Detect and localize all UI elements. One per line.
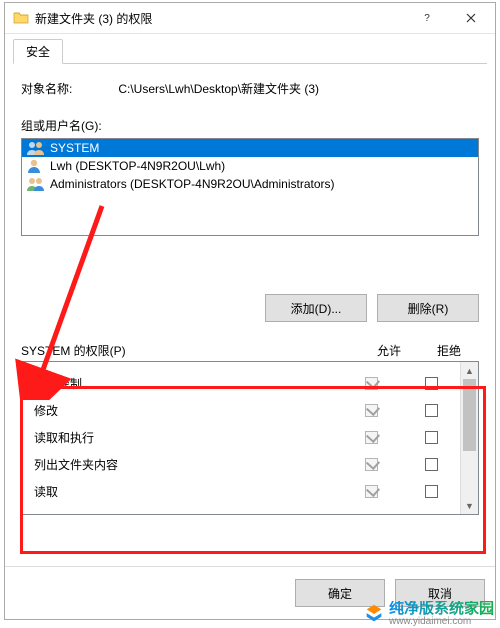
watermark-logo-icon [363,603,385,625]
tab-strip: 安全 [13,40,487,64]
client-area: 安全 对象名称: C:\Users\Lwh\Desktop\新建文件夹 (3) … [5,34,495,515]
groups-list[interactable]: SYSTEM Lwh (DESKTOP-4N9R2OU\Lwh) Adminis… [21,138,479,236]
permission-name: 修改 [34,402,341,419]
groups-label: 组或用户名(G): [21,117,479,134]
permissions-list: 完全控制 修改 读取和执行 列出文件夹内 [21,361,479,515]
permission-name: 完全控制 [34,375,341,392]
allow-checkbox[interactable] [365,404,378,417]
permission-name: 读取和执行 [34,429,341,446]
close-button[interactable] [449,3,493,33]
watermark: 纯净版系统家园 www.yidaimei.com [363,601,494,627]
remove-button[interactable]: 删除(R) [377,294,479,322]
list-item-label: SYSTEM [50,141,99,155]
permission-row: 完全控制 [22,370,461,397]
object-name-row: 对象名称: C:\Users\Lwh\Desktop\新建文件夹 (3) [21,80,479,97]
watermark-brand: 纯净版系统家园 [389,601,494,617]
users-icon [26,176,46,192]
allow-checkbox[interactable] [365,458,378,471]
object-name-label: 对象名称: [21,80,72,97]
folder-icon [13,10,29,26]
deny-checkbox[interactable] [425,431,438,444]
list-item[interactable]: SYSTEM [22,139,478,157]
deny-checkbox[interactable] [425,377,438,390]
permission-name: 列出文件夹内容 [34,456,341,473]
window-title: 新建文件夹 (3) 的权限 [35,10,405,27]
help-button[interactable]: ? [405,3,449,33]
titlebar: 新建文件夹 (3) 的权限 ? [5,3,495,34]
groups-buttons: 添加(D)... 删除(R) [21,294,479,322]
object-name-value: C:\Users\Lwh\Desktop\新建文件夹 (3) [118,80,319,97]
add-button[interactable]: 添加(D)... [265,294,367,322]
security-panel: 对象名称: C:\Users\Lwh\Desktop\新建文件夹 (3) 组或用… [13,64,487,515]
tab-security[interactable]: 安全 [13,39,63,64]
permission-row: 读取 [22,478,461,505]
list-item[interactable]: Lwh (DESKTOP-4N9R2OU\Lwh) [22,157,478,175]
allow-header: 允许 [359,342,419,359]
user-icon [26,158,46,174]
watermark-url: www.yidaimei.com [389,617,494,628]
deny-checkbox[interactable] [425,404,438,417]
deny-checkbox[interactable] [425,485,438,498]
permission-row: 修改 [22,397,461,424]
users-icon [26,140,46,156]
permission-row: 读取和执行 [22,424,461,451]
list-item-label: Lwh (DESKTOP-4N9R2OU\Lwh) [50,159,225,173]
permissions-title: SYSTEM 的权限(P) [21,342,359,359]
scrollbar[interactable]: ▲ ▼ [460,362,478,514]
list-item[interactable]: Administrators (DESKTOP-4N9R2OU\Administ… [22,175,478,193]
scroll-down-icon[interactable]: ▼ [461,497,478,514]
deny-header: 拒绝 [419,342,479,359]
svg-text:?: ? [424,13,430,23]
permissions-dialog: 新建文件夹 (3) 的权限 ? 安全 对象名称: C:\Users\Lwh\De… [4,2,496,620]
deny-checkbox[interactable] [425,458,438,471]
list-item-label: Administrators (DESKTOP-4N9R2OU\Administ… [50,177,335,191]
scroll-thumb[interactable] [463,379,476,451]
permissions-header: SYSTEM 的权限(P) 允许 拒绝 [21,342,479,359]
allow-checkbox[interactable] [365,485,378,498]
scroll-up-icon[interactable]: ▲ [461,362,478,379]
permission-name: 读取 [34,483,341,500]
allow-checkbox[interactable] [365,377,378,390]
permission-row: 列出文件夹内容 [22,451,461,478]
allow-checkbox[interactable] [365,431,378,444]
